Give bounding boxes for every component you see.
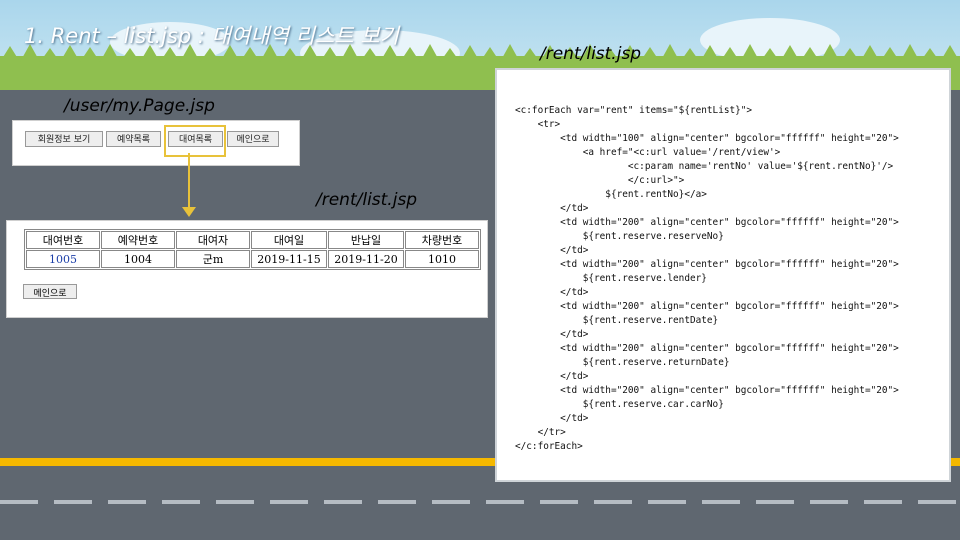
code-line: ${rent.rentNo}</a>	[515, 189, 707, 200]
road-dash	[432, 500, 470, 504]
road-dash	[162, 500, 200, 504]
code-line: </c:forEach>	[515, 441, 583, 452]
code-line: ${rent.reserve.returnDate}	[515, 357, 730, 368]
header-car-no: 차량번호	[405, 231, 479, 249]
road-dash	[702, 500, 740, 504]
road-dash	[108, 500, 146, 504]
rent-table: 대여번호 예약번호 대여자 대여일 반납일 차량번호 1005 1004 군m …	[24, 229, 481, 270]
code-line: </c:url>">	[515, 175, 685, 186]
rent-list-screenshot: 대여번호 예약번호 대여자 대여일 반납일 차량번호 1005 1004 군m …	[6, 220, 488, 318]
road-dash	[216, 500, 254, 504]
arrow-line	[188, 153, 190, 209]
mypage-file-label: /user/my.Page.jsp	[64, 96, 215, 116]
code-line: <td width="200" align="center" bgcolor="…	[515, 259, 899, 270]
code-line: </td>	[515, 203, 589, 214]
code-screenshot: <c:forEach var="rent" items="${rentList}…	[495, 68, 951, 482]
code-line: </td>	[515, 245, 589, 256]
code-line: ${rent.reserve.reserveNo}	[515, 231, 724, 242]
table-cell: 2019-11-15	[251, 250, 327, 268]
road-dash	[756, 500, 794, 504]
main-button[interactable]: 메인으로	[227, 131, 279, 147]
code-block: <c:forEach var="rent" items="${rentList}…	[515, 104, 899, 454]
code-line: ${rent.reserve.lender}	[515, 273, 707, 284]
table-header-row: 대여번호 예약번호 대여자 대여일 반납일 차량번호	[26, 231, 479, 249]
header-reserve-no: 예약번호	[101, 231, 175, 249]
road-dash	[486, 500, 524, 504]
reserve-list-button[interactable]: 예약목록	[106, 131, 161, 147]
code-line: <td width="200" align="center" bgcolor="…	[515, 385, 899, 396]
table-cell: 2019-11-20	[328, 250, 404, 268]
road-dash	[918, 500, 956, 504]
user-info-button[interactable]: 회원정보 보기	[25, 131, 103, 147]
code-line: <td width="200" align="center" bgcolor="…	[515, 343, 899, 354]
rent-no-link[interactable]: 1005	[26, 250, 100, 268]
code-line: <c:forEach var="rent" items="${rentList}…	[515, 105, 753, 116]
road-dash	[594, 500, 632, 504]
code-line: </tr>	[515, 427, 566, 438]
code-line: <a href="<c:url value='/rent/view'>	[515, 147, 781, 158]
header-rent-no: 대여번호	[26, 231, 100, 249]
code-line: ${rent.reserve.car.carNo}	[515, 399, 724, 410]
table-row: 1005 1004 군m 2019-11-15 2019-11-20 1010	[26, 250, 479, 268]
road-dash	[270, 500, 308, 504]
header-rent-date: 대여일	[251, 231, 327, 249]
code-line: <td width="100" align="center" bgcolor="…	[515, 133, 899, 144]
code-line: </td>	[515, 329, 589, 340]
road-dash	[648, 500, 686, 504]
code-line: </td>	[515, 413, 589, 424]
header-return-date: 반납일	[328, 231, 404, 249]
road-dash	[378, 500, 416, 504]
slide-title: 1. Rent – list.jsp : 대여내역 리스트 보기	[24, 24, 399, 48]
code-line: ${rent.reserve.rentDate}	[515, 315, 719, 326]
table-cell: 1004	[101, 250, 175, 268]
road-dash	[54, 500, 92, 504]
list-file-label: /rent/list.jsp	[316, 190, 418, 210]
highlight-box	[164, 125, 226, 157]
code-line: <td width="200" align="center" bgcolor="…	[515, 217, 899, 228]
code-file-label: /rent/list.jsp	[540, 44, 642, 64]
road-dash	[810, 500, 848, 504]
code-line: <td width="200" align="center" bgcolor="…	[515, 301, 899, 312]
mypage-screenshot: 회원정보 보기 예약목록 대여목록 메인으로	[12, 120, 300, 166]
table-cell: 1010	[405, 250, 479, 268]
arrow-head-icon	[182, 207, 196, 217]
road-dash	[864, 500, 902, 504]
list-main-button[interactable]: 메인으로	[23, 284, 77, 299]
table-cell: 군m	[176, 250, 250, 268]
code-line: </td>	[515, 371, 589, 382]
header-lender: 대여자	[176, 231, 250, 249]
code-line: <tr>	[515, 119, 561, 130]
code-line: <c:param name='rentNo' value='${rent.ren…	[515, 161, 894, 172]
road-dash	[0, 500, 38, 504]
road-dash	[540, 500, 578, 504]
road-dash	[324, 500, 362, 504]
code-line: </td>	[515, 287, 589, 298]
